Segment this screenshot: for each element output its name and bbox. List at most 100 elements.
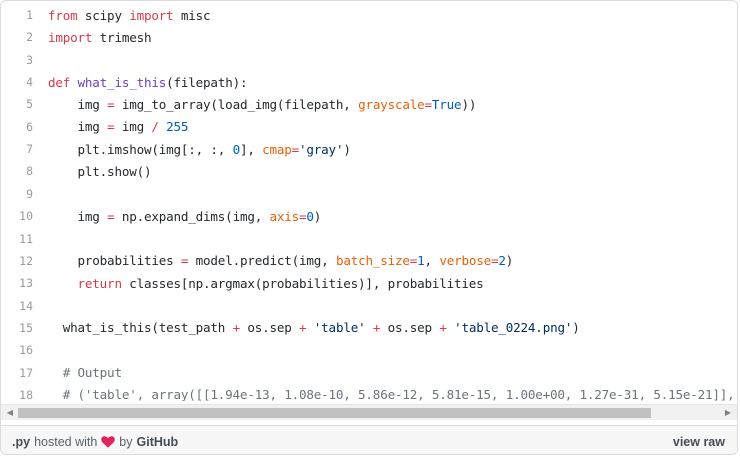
code-token: )	[313, 208, 322, 224]
code-token: plt.show()	[48, 163, 152, 179]
code-line: 6 img = img / 255	[1, 116, 737, 138]
heart-icon	[101, 436, 116, 448]
code-token: plt.imshow(img[:, :,	[48, 141, 233, 157]
code-text: img = np.expand_dims(img, axis=0)	[48, 208, 322, 224]
code-token: what_is_this	[77, 74, 167, 90]
code-line: 13 return classes[np.argmax(probabilitie…	[1, 272, 737, 294]
code-line: 8 plt.show()	[1, 160, 737, 182]
code-token: cmap	[262, 141, 292, 157]
code-token: def	[48, 74, 71, 90]
code-token: (filepath):	[166, 74, 248, 90]
code-text: return classes[np.argmax(probabilities)]…	[48, 276, 484, 291]
code-token: # ('table', array([[1.94e-13, 1.08e-10, …	[62, 387, 735, 401]
view-raw-link[interactable]: view raw	[673, 435, 725, 449]
code-token: 'gray'	[299, 141, 344, 157]
code-token: True	[431, 96, 462, 112]
code-token: )	[505, 253, 514, 269]
code-text: def what_is_this(filepath):	[48, 74, 248, 90]
code-token: img	[48, 208, 108, 224]
code-token: 1	[417, 253, 425, 269]
code-token: img	[48, 96, 108, 112]
scrollbar-thumb[interactable]	[18, 408, 651, 418]
code-token: img	[114, 119, 152, 135]
code-text: probabilities = model.predict(img, batch…	[48, 253, 514, 269]
code-token: verbose	[439, 253, 491, 269]
line-number: 3	[26, 52, 33, 67]
line-number: 10	[19, 209, 33, 224]
code-line: 9	[1, 183, 737, 205]
code-token: ],	[239, 141, 263, 157]
hosted-with-text: hosted with	[34, 435, 98, 449]
code-line: 10 img = np.expand_dims(img, axis=0)	[1, 205, 737, 227]
code-token: trimesh	[92, 29, 152, 45]
code-token: 2	[498, 253, 506, 269]
code-line: 16	[1, 339, 737, 361]
github-link[interactable]: GitHub	[137, 435, 179, 449]
code-text: import trimesh	[48, 29, 152, 45]
code-token: model.predict(img,	[188, 253, 336, 269]
code-token: import	[129, 7, 174, 23]
code-token: 'table'	[313, 320, 366, 336]
code-token: grayscale	[358, 96, 425, 112]
line-number: 17	[19, 365, 33, 380]
code-text: plt.show()	[48, 163, 152, 179]
code-token: import	[48, 29, 93, 45]
code-token: ))	[461, 96, 477, 112]
code-text: img = img / 255	[48, 119, 189, 135]
code-token: /	[151, 119, 159, 135]
line-number: 14	[19, 298, 33, 313]
code-token: +	[232, 320, 241, 336]
gist-attribution: .py hosted with by GitHub	[12, 435, 178, 449]
code-token: return	[77, 275, 122, 291]
line-number: 18	[19, 387, 33, 401]
code-line: 17 # Output	[1, 362, 737, 384]
code-token: np.expand_dims(img,	[114, 208, 270, 224]
line-number: 12	[19, 253, 33, 268]
code-token: img	[48, 119, 108, 135]
scroll-right-icon[interactable]: ▶	[723, 408, 733, 418]
gist-embed: 1 from scipy import misc 2 import trimesh 3 4…	[0, 0, 738, 455]
line-number: 5	[26, 97, 33, 112]
code-line: 12 probabilities = model.predict(img, ba…	[1, 250, 737, 272]
line-number: 2	[26, 30, 33, 45]
code-token: axis	[269, 208, 300, 224]
code-line: 1 from scipy import misc	[1, 4, 737, 26]
code-token: os.sep	[380, 320, 440, 336]
code-token: misc	[173, 7, 211, 23]
code-token: )	[572, 320, 580, 336]
line-number: 15	[19, 320, 33, 335]
code-line: 3	[1, 49, 737, 71]
code-token: 255	[166, 119, 189, 135]
code-line: 11	[1, 228, 737, 250]
code-token: )	[343, 141, 351, 157]
code-view: 1 from scipy import misc 2 import trimesh 3 4…	[1, 1, 737, 402]
code-token: ,	[424, 253, 440, 269]
code-token: batch_size	[335, 253, 410, 269]
code-text: plt.imshow(img[:, :, 0], cmap='gray')	[48, 142, 351, 157]
scroll-left-icon[interactable]: ◀	[5, 408, 15, 418]
by-text: by	[119, 435, 133, 449]
horizontal-scrollbar[interactable]: ◀ ▶	[1, 404, 737, 420]
line-number: 11	[19, 231, 33, 246]
file-extension-link[interactable]: .py	[12, 435, 30, 449]
code-token: img_to_array(load_img(filepath,	[114, 96, 359, 112]
code-token: +	[439, 320, 447, 336]
code-token: 0	[232, 141, 241, 157]
code-token: =	[424, 96, 433, 112]
line-number: 6	[26, 119, 33, 134]
code-token: os.sep	[239, 320, 300, 336]
code-line: 14	[1, 295, 737, 317]
code-token: from	[48, 7, 78, 23]
line-number: 8	[26, 164, 33, 179]
code-token: 0	[306, 208, 314, 224]
code-token: scipy	[77, 7, 130, 23]
code-token: classes[np.argmax(probabilities)], proba…	[121, 275, 484, 291]
line-number: 13	[19, 276, 33, 291]
code-token: probabilities	[48, 253, 181, 269]
code-token: 'table_0224.png'	[454, 320, 573, 336]
